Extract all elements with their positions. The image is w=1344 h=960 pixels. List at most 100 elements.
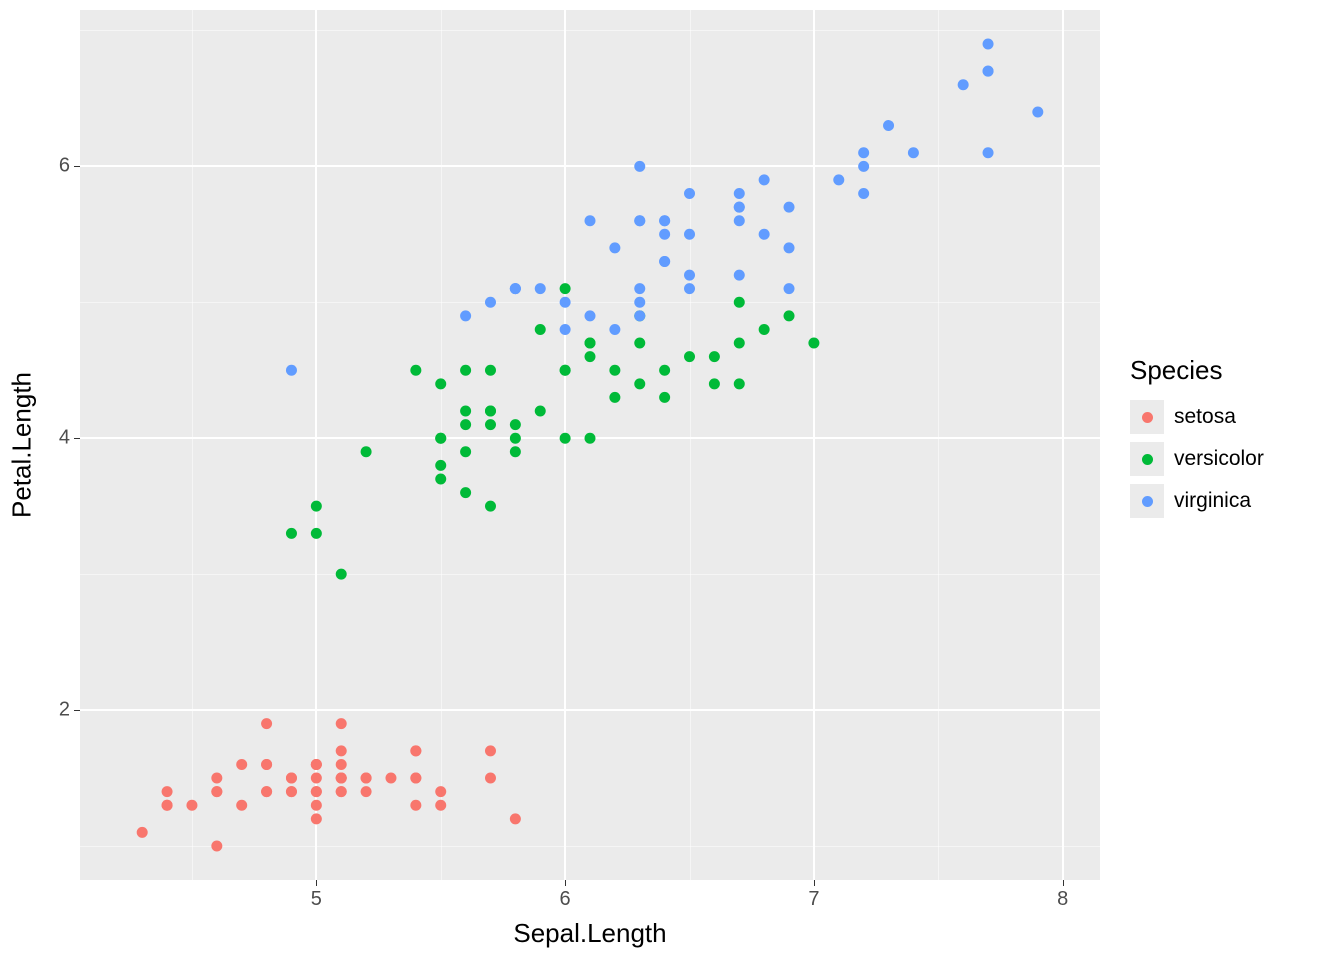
data-point — [261, 786, 272, 797]
data-point — [560, 283, 571, 294]
data-point — [286, 365, 297, 376]
data-point — [609, 242, 620, 253]
data-point — [634, 215, 645, 226]
y-tick-label: 4 — [59, 427, 70, 450]
legend-item: virginica — [1130, 484, 1264, 518]
data-point — [485, 406, 496, 417]
x-tick-label: 6 — [560, 888, 571, 911]
data-point — [361, 786, 372, 797]
data-point — [734, 297, 745, 308]
data-point — [460, 310, 471, 321]
data-point — [435, 800, 446, 811]
data-point — [435, 433, 446, 444]
data-point — [460, 446, 471, 457]
legend-label: versicolor — [1174, 447, 1264, 471]
data-point — [684, 351, 695, 362]
data-point — [833, 174, 844, 185]
data-point — [336, 569, 347, 580]
data-point — [485, 419, 496, 430]
data-point — [510, 813, 521, 824]
data-point — [759, 324, 770, 335]
data-point — [1032, 106, 1043, 117]
data-point — [236, 759, 247, 770]
data-point — [410, 773, 421, 784]
data-point — [560, 324, 571, 335]
data-point — [510, 433, 521, 444]
data-point — [410, 745, 421, 756]
data-point — [634, 283, 645, 294]
y-tick-label: 6 — [59, 155, 70, 178]
legend: Species setosa versicolor virginica — [1130, 355, 1264, 526]
data-point — [410, 365, 421, 376]
x-tick-label: 5 — [311, 888, 322, 911]
data-point — [734, 202, 745, 213]
data-point — [784, 310, 795, 321]
data-point — [609, 324, 620, 335]
data-point — [560, 433, 571, 444]
data-point — [485, 745, 496, 756]
data-point — [510, 446, 521, 457]
data-point — [211, 773, 222, 784]
data-point — [162, 786, 173, 797]
data-point — [560, 297, 571, 308]
legend-key — [1130, 442, 1164, 476]
data-point — [336, 718, 347, 729]
data-point — [510, 283, 521, 294]
data-point — [311, 501, 322, 512]
data-point — [460, 487, 471, 498]
data-point — [535, 324, 546, 335]
data-point — [709, 351, 720, 362]
legend-label: setosa — [1174, 405, 1236, 429]
data-point — [784, 202, 795, 213]
data-point — [261, 718, 272, 729]
data-point — [759, 229, 770, 240]
legend-label: virginica — [1174, 489, 1251, 513]
data-point — [311, 528, 322, 539]
data-point — [908, 147, 919, 158]
legend-dot-icon — [1142, 454, 1153, 465]
data-point — [311, 800, 322, 811]
data-point — [883, 120, 894, 131]
data-point — [684, 229, 695, 240]
x-tick-label: 8 — [1057, 888, 1068, 911]
data-point — [684, 283, 695, 294]
data-point — [560, 365, 571, 376]
data-point — [535, 406, 546, 417]
data-point — [336, 745, 347, 756]
legend-dot-icon — [1142, 496, 1153, 507]
data-point — [311, 759, 322, 770]
data-point — [485, 297, 496, 308]
data-point — [659, 229, 670, 240]
data-point — [460, 419, 471, 430]
data-point — [435, 378, 446, 389]
data-point — [211, 841, 222, 852]
data-point — [634, 297, 645, 308]
data-point — [858, 147, 869, 158]
x-tick-mark — [565, 880, 566, 886]
data-point — [435, 473, 446, 484]
x-tick-mark — [814, 880, 815, 886]
data-point — [684, 270, 695, 281]
data-point — [858, 188, 869, 199]
y-tick-mark — [74, 710, 80, 711]
data-point — [311, 773, 322, 784]
data-point — [983, 66, 994, 77]
data-point — [485, 773, 496, 784]
data-point — [460, 365, 471, 376]
data-point — [585, 433, 596, 444]
data-point — [485, 365, 496, 376]
data-point — [983, 38, 994, 49]
data-point — [336, 759, 347, 770]
data-point — [659, 256, 670, 267]
data-point — [286, 773, 297, 784]
legend-key — [1130, 484, 1164, 518]
data-point — [634, 161, 645, 172]
data-point — [585, 351, 596, 362]
data-point — [585, 338, 596, 349]
data-point — [634, 338, 645, 349]
data-point — [286, 528, 297, 539]
y-axis-title: Petal.Length — [7, 372, 38, 518]
data-point — [734, 215, 745, 226]
legend-title: Species — [1130, 355, 1264, 386]
data-point — [684, 188, 695, 199]
